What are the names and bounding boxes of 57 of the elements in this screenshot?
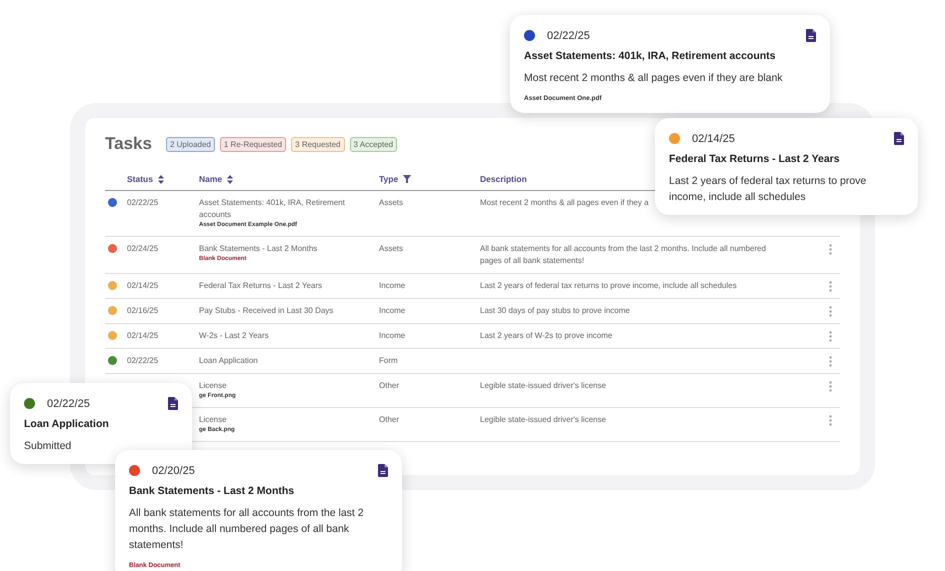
type-cell: Other (379, 381, 400, 390)
tasks-title: Tasks (105, 134, 152, 154)
date-cell: 02/14/25 (127, 281, 158, 290)
name-cell: Bank Statements - Last 2 Months (199, 243, 318, 255)
date-text: 02/20/25 (152, 464, 196, 476)
task-title: Federal Tax Returns - Last 2 Years (669, 153, 841, 165)
name-cell: Pay Stubs - Received in Last 30 Days (199, 305, 334, 317)
date-cell: 02/22/25 (127, 356, 158, 365)
name-cell: License (199, 380, 227, 392)
description-cell: Most recent 2 months & all pages even if they a (480, 197, 649, 209)
task-title: Asset Statements: 401k, IRA, Retirement accounts (524, 50, 777, 62)
task-description: Last 2 years of federal tax returns to prove income, include all schedules (669, 174, 868, 205)
description-cell: Last 2 years of W-2s to prove income (480, 330, 612, 342)
type-cell: Income (379, 331, 406, 340)
status-count-tag[interactable]: 3 Accepted (350, 136, 398, 152)
type-cell: Income (379, 281, 406, 290)
document-icon[interactable] (168, 397, 178, 410)
name-cell: Federal Tax Returns - Last 2 Years (199, 280, 322, 292)
description-cell: Last 2 years of federal tax returns to prove income, include all schedules (480, 280, 737, 292)
date-cell: 02/22/25 (127, 198, 158, 207)
column-header[interactable]: Name (199, 174, 222, 184)
name-cell-text: Asset Statements: 401k, IRA, Retirement accounts (199, 197, 346, 221)
date-text: 02/22/25 (47, 398, 91, 410)
sort-icon[interactable] (227, 174, 234, 184)
filter-icon[interactable] (403, 175, 412, 183)
task-title: Loan Application (24, 418, 110, 430)
description-cell: Legible state-issued driver's license (480, 380, 606, 392)
task-title: Bank Statements - Last 2 Months (129, 485, 296, 497)
date-text: 02/14/25 (692, 132, 736, 144)
type-cell: Income (379, 306, 406, 315)
type-cell: Form (379, 356, 398, 365)
name-cell: Loan Application (199, 355, 258, 367)
task-description: Most recent 2 months & all pages even if they are blank (524, 71, 784, 86)
column-header[interactable]: Status (127, 174, 153, 184)
description-cell-text: All bank statements for all accounts from the last 2 months. Include all numbered pages of all bank statements! (480, 243, 767, 267)
description-cell: Legible state-issued driver's license (480, 414, 606, 426)
status-count-tag[interactable]: 3 Requested (291, 136, 345, 152)
date-text: 02/22/25 (547, 30, 591, 42)
task-description: Submitted (24, 439, 72, 454)
type-cell: Other (379, 415, 400, 424)
type-cell: Assets (379, 198, 404, 207)
date-cell: 02/16/25 (127, 306, 158, 315)
type-cell: Assets (379, 244, 404, 253)
document-icon[interactable] (378, 464, 388, 477)
date-cell: 02/24/25 (127, 244, 158, 253)
name-cell: W-2s - Last 2 Years (199, 330, 269, 342)
date-cell: 02/14/25 (127, 331, 158, 340)
sort-icon[interactable] (158, 174, 164, 184)
task-description: All bank statements for all accounts from the last 2 months. Include all numbered pages of all bank statements! (129, 506, 365, 553)
document-icon[interactable] (894, 132, 904, 145)
status-count-tag[interactable]: 1 Re-Requested (220, 136, 286, 152)
document-icon[interactable] (806, 29, 816, 42)
description-cell: Last 30 days of pay stubs to prove income (480, 305, 630, 317)
status-count-tag[interactable]: 2 Uploaded (166, 136, 215, 152)
column-header[interactable]: Type (379, 174, 398, 184)
column-header[interactable]: Description (480, 174, 527, 184)
name-cell: License (199, 414, 227, 426)
